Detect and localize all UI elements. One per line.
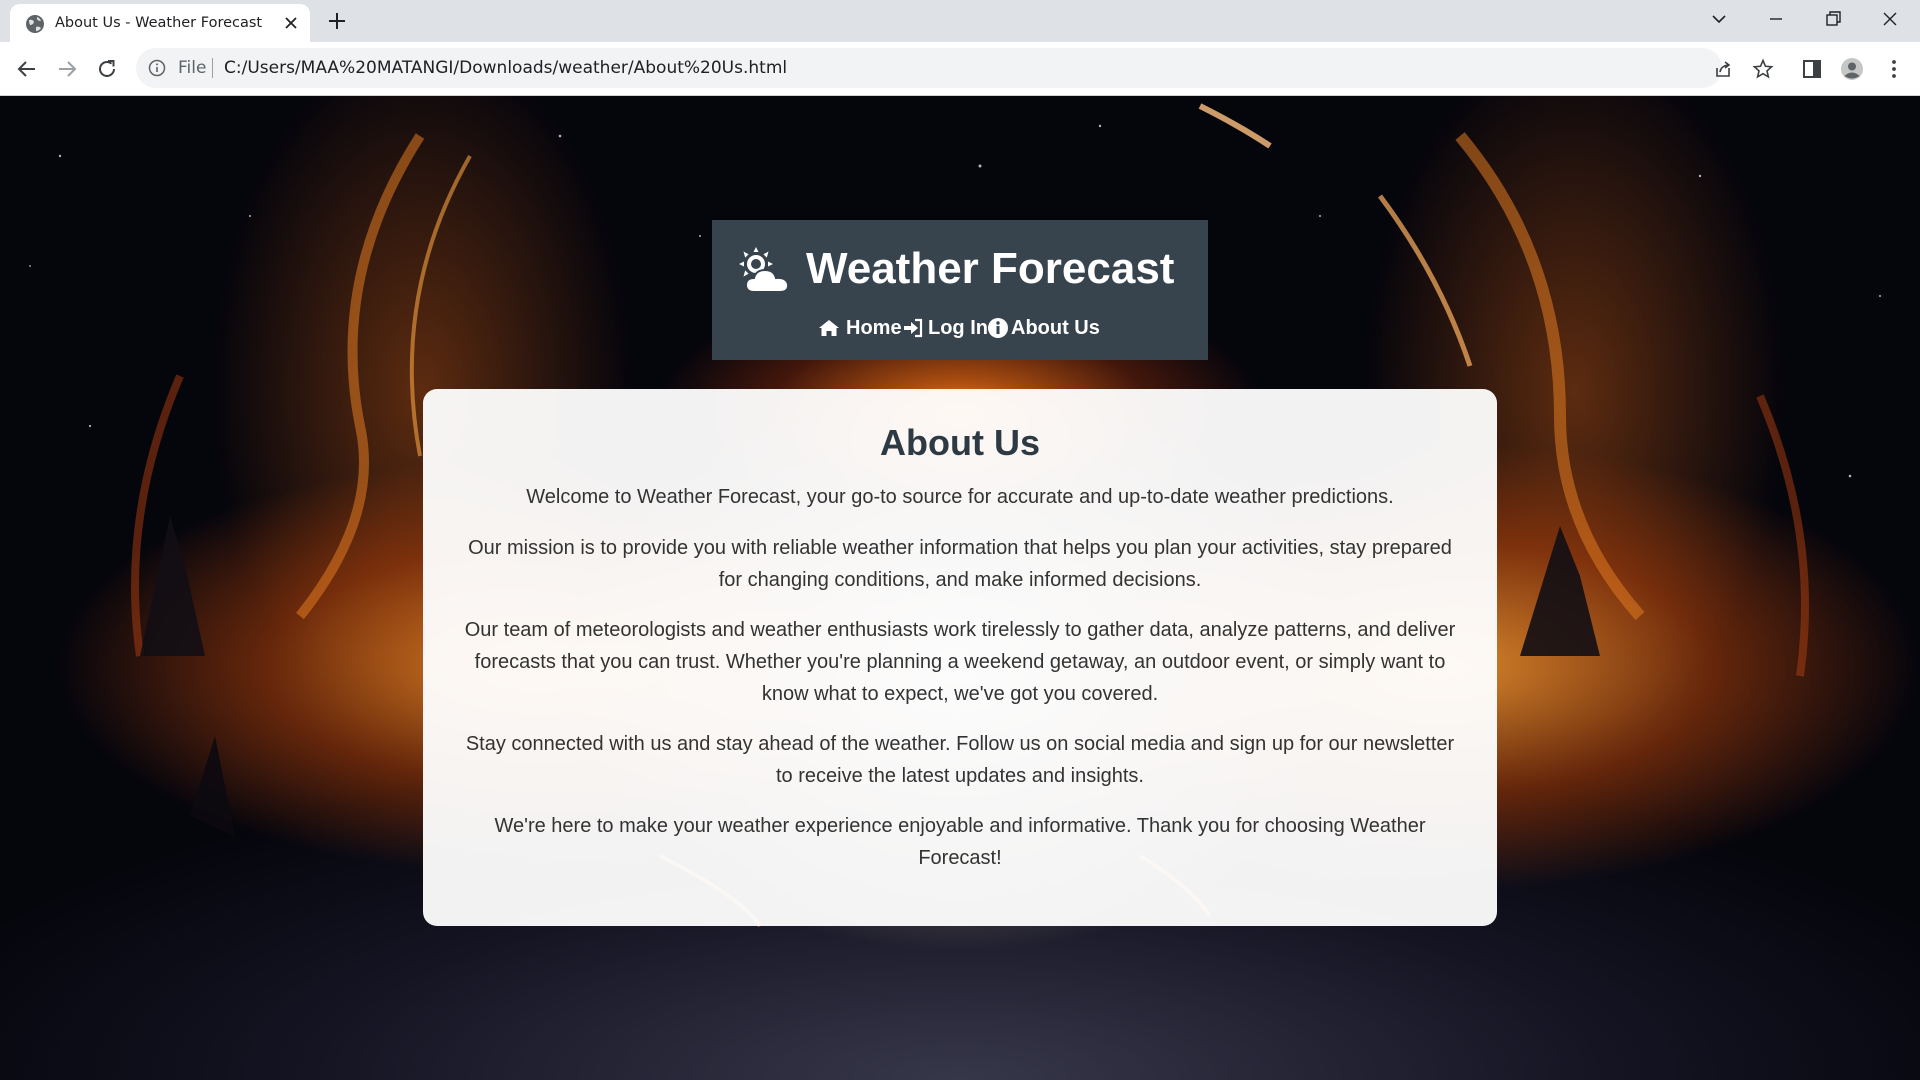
share-icon[interactable] [1712,58,1734,80]
browser-tab[interactable]: About Us - Weather Forecast [10,4,310,42]
tab-title: About Us - Weather Forecast [55,15,263,31]
tab-search-chevron-icon[interactable] [1709,9,1729,29]
about-heading: About Us [880,422,1040,463]
url-text[interactable]: C:/Users/MAA%20MATANGI/Downloads/weather… [224,58,787,78]
browser-tab-strip: About Us - Weather Forecast [0,0,1920,42]
page-viewport: Weather Forecast Home Log In About Us Ab… [0,96,1920,1080]
info-circle-icon [988,318,1008,338]
info-icon[interactable] [148,59,166,77]
home-icon [819,320,839,336]
sun-cloud-icon [739,247,790,293]
minimize-icon[interactable] [1766,9,1786,29]
main-nav: Home Log In About Us [712,314,1208,342]
browser-toolbar: File C:/Users/MAA%20MATANGI/Downloads/we… [0,42,1920,96]
nav-about-label: About Us [1011,317,1100,339]
about-paragraph-team: Our team of meteorologists and weather e… [464,619,1456,705]
close-icon[interactable] [282,14,300,32]
side-panel-icon[interactable] [1800,57,1824,81]
bookmark-star-icon[interactable] [1752,58,1774,80]
about-paragraph-mission: Our mission is to provide you with relia… [468,537,1452,591]
about-paragraph-connect: Stay connected with us and stay ahead of… [465,733,1455,787]
about-card: About Us Welcome to Weather Forecast, yo… [423,389,1497,926]
restore-icon[interactable] [1823,9,1843,29]
nav-login-label: Log In [928,317,988,339]
site-header: Weather Forecast Home Log In About Us [712,220,1208,360]
address-bar[interactable]: File C:/Users/MAA%20MATANGI/Downloads/we… [136,48,1774,88]
back-arrow-icon[interactable] [14,56,40,82]
file-scheme-label: File [178,58,207,78]
forward-arrow-icon[interactable] [54,56,80,82]
sign-in-icon [904,318,923,338]
more-menu-icon[interactable] [1882,57,1906,81]
about-paragraph-thanks: We're here to make your weather experien… [494,815,1426,869]
new-tab-plus-icon[interactable] [327,11,347,31]
nav-home-label: Home [846,317,902,339]
globe-icon [26,15,44,33]
close-window-icon[interactable] [1880,9,1900,29]
omnibox-divider [212,58,213,78]
about-paragraph-welcome: Welcome to Weather Forecast, your go-to … [526,486,1394,508]
site-title: Weather Forecast [806,244,1175,293]
profile-avatar-icon[interactable] [1840,57,1864,81]
reload-icon[interactable] [94,56,120,82]
